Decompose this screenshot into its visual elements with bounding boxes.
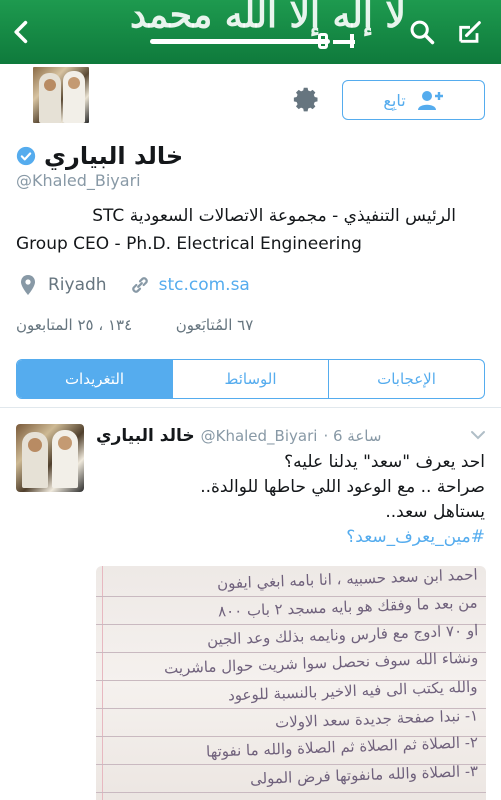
tweet-text-line-1: احد يعرف "سعد" يدلنا عليه؟ bbox=[284, 452, 485, 472]
tweet-text-line-2: صراحة .. مع الوعود اللي حاطها للوالدة.. bbox=[200, 477, 485, 497]
tweet-time-value: 6 ساعة bbox=[332, 427, 382, 445]
add-user-icon bbox=[417, 91, 443, 110]
followers-count[interactable]: ١٣٤ ، ٢٥ المتابعون bbox=[16, 316, 132, 334]
note-line-5: والله يكتب الى فيه الاخير بالنسبة للوعود bbox=[228, 677, 479, 705]
profile-name: خالد البياري bbox=[44, 142, 184, 170]
compose-button[interactable] bbox=[452, 14, 488, 50]
profile-stats: ٦٧ المُتابَعون ١٣٤ ، ٢٥ المتابعون bbox=[16, 316, 253, 334]
tab-tweets[interactable]: التغريدات bbox=[17, 360, 172, 398]
profile-location: Riyadh bbox=[48, 275, 107, 295]
search-button[interactable] bbox=[404, 14, 440, 50]
tweet-text-line-3: يستاهل سعد.. bbox=[385, 502, 485, 522]
bio-line-2: Group CEO - Ph.D. Electrical Engineering bbox=[16, 234, 362, 254]
link-icon bbox=[131, 277, 148, 293]
banner-sword bbox=[150, 39, 330, 44]
note-line-7: ٢- الصلاة ثم الصلاة ثم الصلاة والله ما ن… bbox=[205, 733, 479, 761]
profile-avatar[interactable] bbox=[30, 64, 92, 126]
tweet-hashtag[interactable]: #مين_يعرف_سعد؟ bbox=[95, 525, 485, 550]
section-divider bbox=[0, 407, 501, 408]
profile-banner: لا إله إلا الله محمد bbox=[0, 0, 501, 64]
following-count[interactable]: ٦٧ المُتابَعون bbox=[176, 316, 254, 334]
follow-button[interactable]: تابِع bbox=[342, 80, 485, 120]
search-icon bbox=[410, 20, 435, 45]
profile-tabs: التغريدات الوسائط الإعجابات bbox=[16, 359, 485, 399]
chevron-down-icon[interactable] bbox=[470, 430, 486, 440]
note-line-3: او ٧٠ ادوج مع فارس ونايمه بذلك وعد الجين bbox=[206, 621, 479, 649]
tweet-author-name[interactable]: خالد البياري bbox=[96, 426, 195, 446]
note-line-1: احمد ابن سعد حسبيه ، انا بامه ابغي ايفون bbox=[217, 566, 479, 593]
banner-sword-end bbox=[350, 34, 354, 48]
tweet-time: · 6 ساعة bbox=[323, 427, 382, 445]
tab-media[interactable]: الوسائط bbox=[172, 360, 328, 398]
compose-icon bbox=[459, 21, 481, 43]
tweet-author-handle[interactable]: @Khaled_Biyari bbox=[201, 427, 318, 445]
follow-label: تابِع bbox=[383, 90, 406, 110]
bio-line-1: الرئيس التنفيذي - مجموعة الاتصالات السعو… bbox=[92, 206, 456, 226]
profile-bio: الرئيس التنفيذي - مجموعة الاتصالات السعو… bbox=[16, 202, 486, 258]
verified-badge-icon bbox=[16, 146, 36, 166]
tweet-media-image[interactable]: احمد ابن سعد حسبيه ، انا بامه ابغي ايفون… bbox=[96, 566, 486, 800]
banner-calligraphy: لا إله إلا الله محمد bbox=[130, 0, 408, 36]
profile-name-row: خالد البياري bbox=[16, 142, 183, 170]
gear-icon[interactable] bbox=[292, 86, 322, 116]
chevron-left-icon bbox=[14, 20, 28, 44]
tweet-avatar[interactable] bbox=[16, 424, 84, 492]
profile-meta: Riyadh stc.com.sa bbox=[20, 274, 250, 296]
tweet-header: خالد البياري @Khaled_Biyari · 6 ساعة bbox=[96, 426, 381, 446]
banner-sword-hilt bbox=[318, 33, 328, 49]
location-pin-icon bbox=[21, 275, 35, 295]
profile-website-link[interactable]: stc.com.sa bbox=[159, 275, 250, 295]
tab-likes[interactable]: الإعجابات bbox=[328, 360, 484, 398]
tweet-text: احد يعرف "سعد" يدلنا عليه؟ صراحة .. مع ا… bbox=[95, 450, 485, 550]
note-line-6: ١- نبدا صفحة جديدة سعد الاولات bbox=[274, 706, 479, 732]
note-line-2: من بعد ما وفقك هو بايه مسجد ٢ باب ٨٠٠ bbox=[218, 593, 479, 621]
note-line-8: ٣- الصلاة والله مانفوتها فرض المولى bbox=[249, 762, 479, 788]
back-button[interactable] bbox=[4, 14, 40, 50]
profile-handle: @Khaled_Biyari bbox=[16, 171, 141, 190]
